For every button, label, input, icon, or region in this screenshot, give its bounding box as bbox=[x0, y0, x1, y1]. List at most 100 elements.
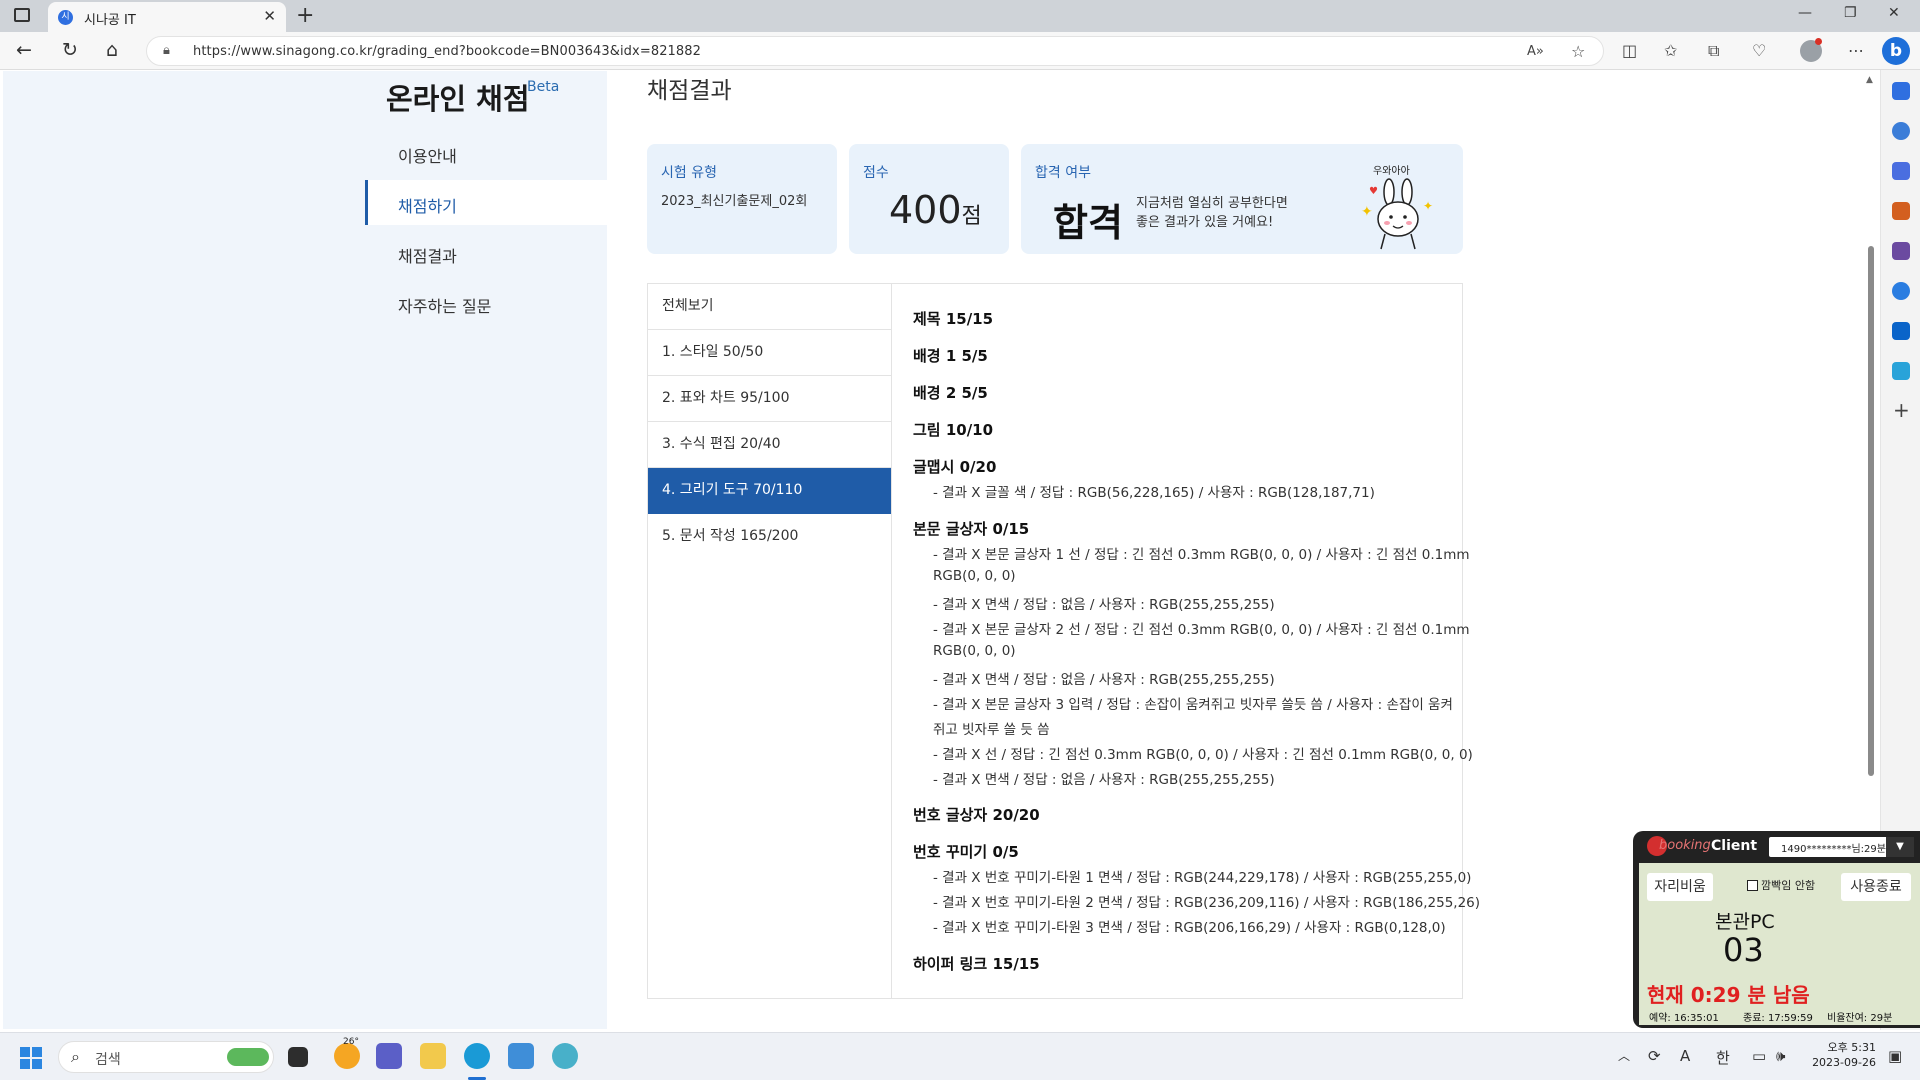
back-icon[interactable]: ← bbox=[16, 39, 32, 61]
rabbit-mascot-icon: 우와아아 ✦ ✦ ♥ bbox=[1361, 165, 1433, 250]
pass-label: 합격 여부 bbox=[1035, 165, 1091, 181]
new-tab-icon[interactable]: + bbox=[296, 3, 314, 28]
favorite-star-icon[interactable]: ☆ bbox=[1571, 42, 1585, 61]
split-screen-icon[interactable]: ◫ bbox=[1622, 41, 1637, 60]
category-drawing-tools[interactable]: 4. 그리기 도구 70/110 bbox=[648, 468, 891, 514]
remaining-time: 현재 0:29 분 남음 bbox=[1647, 983, 1810, 1007]
away-button[interactable]: 자리비움 bbox=[1647, 873, 1713, 901]
collections-icon[interactable]: ⧉ bbox=[1708, 41, 1719, 61]
close-window-icon[interactable]: ✕ bbox=[1888, 5, 1900, 21]
menu-item-results[interactable]: 채점결과 bbox=[398, 243, 457, 267]
minimize-icon[interactable]: — bbox=[1798, 5, 1812, 21]
lock-icon[interactable]: 🔒︎ bbox=[163, 43, 170, 58]
ime-mode-a[interactable]: A bbox=[1680, 1047, 1690, 1065]
results-panel: 전체보기 1. 스타일 50/50 2. 표와 차트 95/100 3. 수식 … bbox=[647, 283, 1480, 999]
detail-title: 번호 글상자 20/20 bbox=[913, 806, 1040, 824]
sync-icon[interactable]: ⟳ bbox=[1648, 1047, 1661, 1065]
scroll-up-icon[interactable]: ▲ bbox=[1866, 75, 1873, 85]
restore-icon[interactable]: ❐ bbox=[1844, 5, 1857, 21]
search-highlight-icon bbox=[227, 1048, 269, 1066]
category-list: 전체보기 1. 스타일 50/50 2. 표와 차트 95/100 3. 수식 … bbox=[648, 284, 892, 998]
url-text: https://www.sinagong.co.kr/grading_end?b… bbox=[193, 44, 702, 59]
taskbar: ⌕ 검색 26° ︿ ⟳ A 한 ▭ 🕪︎ 오후 5:31 2023-09-26… bbox=[0, 1032, 1920, 1080]
menu-item-grading[interactable]: 채점하기 bbox=[398, 193, 457, 217]
hancom-icon[interactable] bbox=[508, 1043, 534, 1069]
exam-type-card: 시험 유형 2023_최신기출문제_02회 bbox=[647, 144, 837, 254]
teams-chat-icon[interactable] bbox=[376, 1043, 402, 1069]
svg-text:✦: ✦ bbox=[1423, 199, 1433, 213]
chevron-down-icon[interactable]: ▼ bbox=[1886, 837, 1914, 857]
outlook-icon[interactable] bbox=[1892, 322, 1910, 340]
svg-text:✦: ✦ bbox=[1361, 204, 1373, 220]
search-icon[interactable] bbox=[1892, 122, 1910, 140]
bing-copilot-icon[interactable]: b bbox=[1882, 37, 1910, 65]
menu-item-guide[interactable]: 이용안내 bbox=[398, 143, 457, 167]
shopping-icon[interactable] bbox=[1892, 162, 1910, 180]
category-formula[interactable]: 3. 수식 편집 20/40 bbox=[648, 422, 891, 468]
score-value: 400점 bbox=[889, 188, 982, 232]
score-card: 점수 400점 bbox=[849, 144, 1009, 254]
ime-hangul[interactable]: 한 bbox=[1716, 1047, 1730, 1068]
detail-line: - 결과 X 번호 꾸미기-타원 1 면색 / 정답 : RGB(244,229… bbox=[933, 870, 1472, 886]
page-title: 채점결과 bbox=[647, 78, 732, 104]
task-view-icon[interactable] bbox=[288, 1047, 308, 1067]
exam-type-value: 2023_최신기출문제_02회 bbox=[661, 194, 808, 209]
taskbar-search[interactable]: ⌕ 검색 bbox=[58, 1041, 274, 1073]
svg-text:♥: ♥ bbox=[1369, 186, 1378, 197]
prepaid-remaining: 비율잔여: 29분 bbox=[1827, 1013, 1893, 1024]
system-clock[interactable]: 오후 5:31 2023-09-26 bbox=[1812, 1040, 1876, 1070]
tray-chevron-icon[interactable]: ︿ bbox=[1618, 1047, 1630, 1064]
bell-icon[interactable] bbox=[1892, 82, 1910, 100]
category-all[interactable]: 전체보기 bbox=[648, 284, 891, 330]
url-field[interactable]: 🔒︎ https://www.sinagong.co.kr/grading_en… bbox=[146, 36, 1604, 66]
booking-brand: booking bbox=[1659, 838, 1711, 853]
detail-line: - 결과 X 면색 / 정답 : 없음 / 사용자 : RGB(255,255,… bbox=[933, 672, 1275, 688]
windows-start-icon[interactable] bbox=[20, 1047, 42, 1069]
refresh-icon[interactable]: ↻ bbox=[62, 39, 78, 61]
m365-icon[interactable] bbox=[1892, 282, 1910, 300]
network-icon[interactable]: ▭ bbox=[1752, 1047, 1766, 1065]
browser-tab[interactable]: 시 시나공 IT ✕ bbox=[48, 2, 286, 32]
send-icon[interactable] bbox=[1892, 362, 1910, 380]
more-menu-icon[interactable]: ⋯ bbox=[1848, 41, 1864, 60]
home-icon[interactable]: ⌂ bbox=[106, 39, 118, 61]
detail-title: 번호 꾸미기 0/5 bbox=[913, 843, 1019, 861]
notification-dot bbox=[1815, 38, 1822, 45]
scrollbar-thumb[interactable] bbox=[1868, 246, 1874, 776]
no-blink-checkbox[interactable]: 깜빡임 안함 bbox=[1747, 877, 1815, 893]
app-globe-icon[interactable] bbox=[552, 1043, 578, 1069]
booking-user-dropdown[interactable]: 1490*********님:29분 ▼ bbox=[1769, 837, 1914, 857]
pass-card: 합격 여부 합격 지금처럼 열심히 공부한다면 좋은 결과가 있을 거예요! 우와… bbox=[1021, 144, 1463, 254]
detail-line: - 결과 X 본문 글상자 3 입력 / 정답 : 손잡이 움켜쥐고 빗자루 쓸… bbox=[933, 697, 1453, 713]
close-tab-icon[interactable]: ✕ bbox=[263, 7, 276, 25]
category-document[interactable]: 5. 문서 작성 165/200 bbox=[648, 514, 891, 560]
volume-icon[interactable]: 🕪︎ bbox=[1776, 1047, 1785, 1065]
read-aloud-icon[interactable]: A» bbox=[1527, 44, 1544, 59]
detail-title: 배경 1 5/5 bbox=[913, 347, 988, 365]
booking-client-label: Client bbox=[1711, 838, 1758, 854]
page-content: 온라인 채점 Beta 이용안내 채점하기 채점결과 자주하는 질문 채점결과 … bbox=[0, 71, 1880, 1029]
category-table-chart[interactable]: 2. 표와 차트 95/100 bbox=[648, 376, 891, 422]
detail-line: - 결과 X 본문 글상자 1 선 / 정답 : 긴 점선 0.3mm RGB(… bbox=[933, 547, 1470, 563]
search-icon: ⌕ bbox=[71, 1047, 80, 1066]
detail-title: 제목 15/15 bbox=[913, 310, 994, 328]
menu-item-faq[interactable]: 자주하는 질문 bbox=[398, 293, 491, 317]
reserve-time: 예약: 16:35:01 bbox=[1649, 1013, 1719, 1024]
tools-icon[interactable] bbox=[1892, 202, 1910, 220]
detail-line: - 결과 X 글꼴 색 / 정답 : RGB(56,228,165) / 사용자… bbox=[933, 485, 1375, 501]
games-icon[interactable] bbox=[1892, 242, 1910, 260]
pc-number: 03 bbox=[1723, 931, 1764, 969]
booking-client-widget: booking Client 1490*********님:29분 ▼ 자리비움… bbox=[1633, 831, 1920, 1028]
end-use-button[interactable]: 사용종료 bbox=[1841, 873, 1911, 901]
tab-actions-icon[interactable] bbox=[14, 8, 30, 22]
category-style[interactable]: 1. 스타일 50/50 bbox=[648, 330, 891, 376]
extensions-icon[interactable]: ♡ bbox=[1752, 41, 1766, 60]
edge-browser-icon[interactable] bbox=[464, 1043, 490, 1069]
add-sidebar-icon[interactable]: + bbox=[1893, 398, 1910, 422]
file-explorer-icon[interactable] bbox=[420, 1043, 446, 1069]
favorites-icon[interactable]: ✩ bbox=[1664, 41, 1677, 60]
notification-icon[interactable]: ▣ bbox=[1888, 1047, 1902, 1065]
browser-tab-bar: 시 시나공 IT ✕ + — ❐ ✕ bbox=[0, 0, 1920, 32]
detail-title: 배경 2 5/5 bbox=[913, 384, 988, 402]
site-title: 온라인 채점 bbox=[386, 82, 530, 116]
